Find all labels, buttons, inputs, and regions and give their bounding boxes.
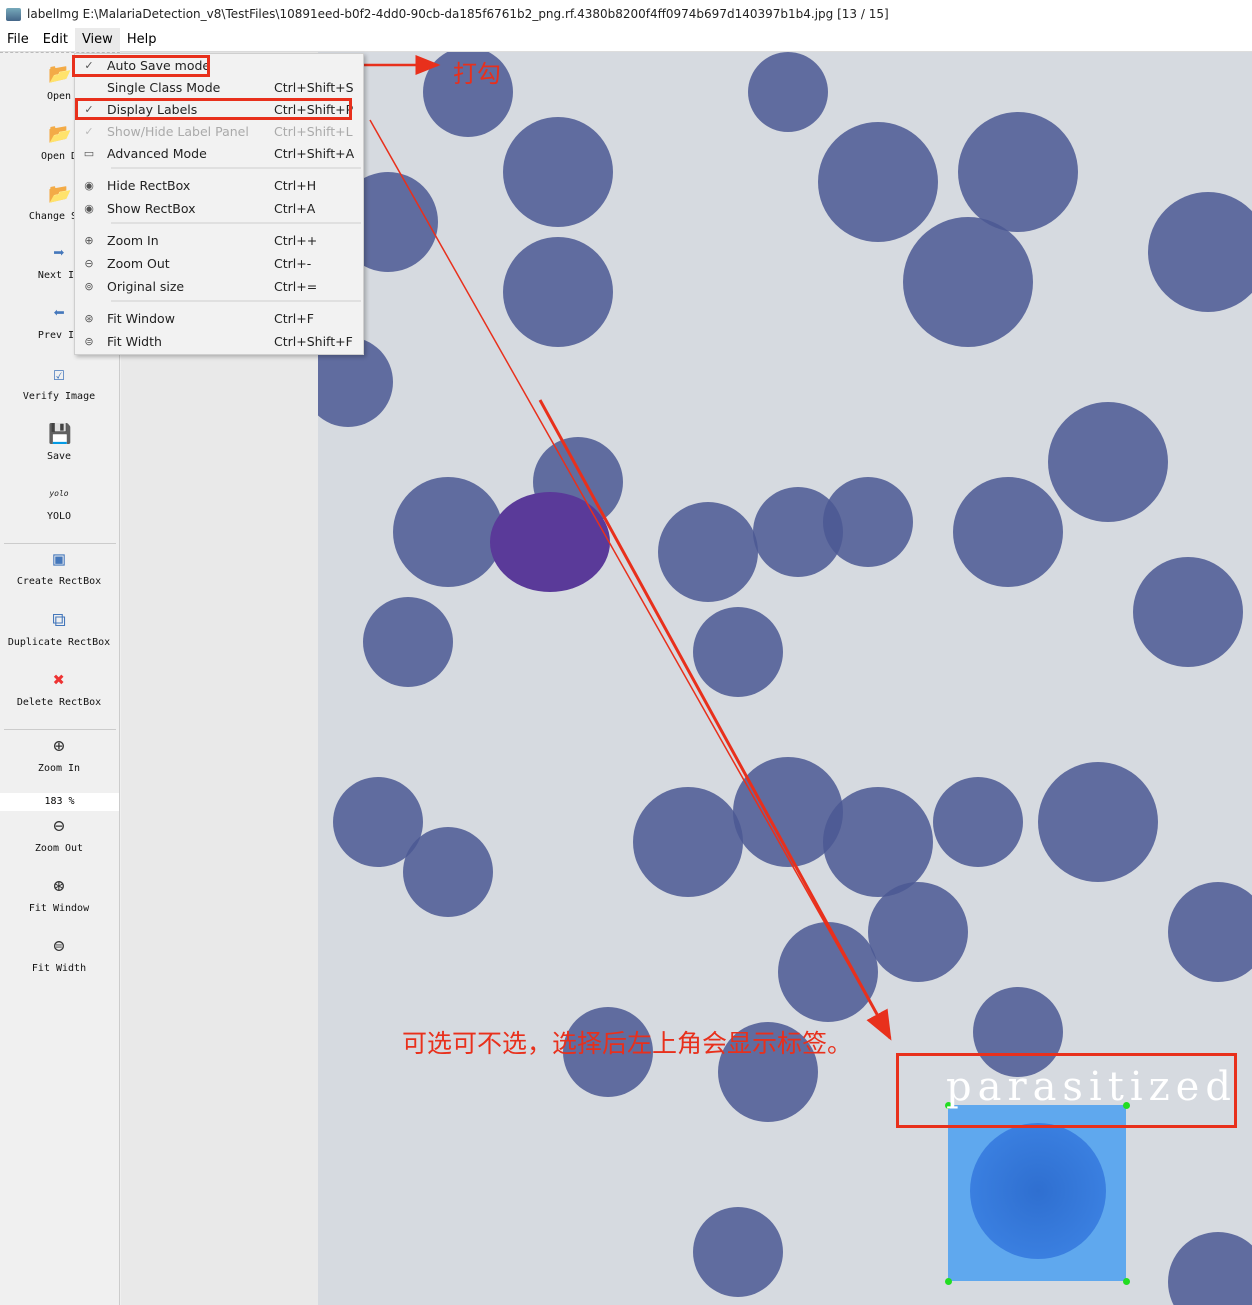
menu-item-label: Single Class Mode [107,80,221,95]
label-highlight-box [896,1053,1237,1128]
menu-item-label: Zoom Out [107,256,170,271]
bounding-box[interactable] [948,1105,1126,1281]
menu-separator [111,167,361,169]
fit-width-icon: ⊜ [84,335,94,348]
menu-item-shortcut: Ctrl+Shift+F [274,334,353,349]
menu-item-zoom-out[interactable]: ⊖ Zoom Out Ctrl+- [75,253,363,275]
menu-item-zoom-in[interactable]: ⊕ Zoom In Ctrl++ [75,230,363,252]
menu-item-fit-width[interactable]: ⊜ Fit Width Ctrl+Shift+F [75,331,363,353]
menu-item-shortcut: Ctrl+Shift+A [274,146,355,161]
menu-item-label: Zoom In [107,233,159,248]
menu-item-label: Fit Window [107,311,175,326]
check-icon: ✓ [84,125,94,138]
menu-item-shortcut: Ctrl++ [274,233,318,248]
original-size-icon: ⊚ [84,280,94,293]
menu-item-shortcut: Ctrl+Shift+S [274,80,354,95]
menu-separator [111,300,361,302]
fit-window-icon: ⊛ [84,312,94,325]
display-labels-highlight [75,98,352,120]
zoom-in-icon: ⊕ [84,234,94,247]
menu-item-original-size[interactable]: ⊚ Original size Ctrl+= [75,276,363,298]
menu-separator [111,222,361,224]
menu-item-label: Hide RectBox [107,178,191,193]
arrow-to-label [538,399,892,1041]
menu-item-advanced-mode[interactable]: ▭ Advanced Mode Ctrl+Shift+A [75,143,363,165]
check-note: 打勾 [453,60,501,88]
menu-item-shortcut: Ctrl+= [274,279,318,294]
advanced-mode-icon: ▭ [83,147,95,160]
zoom-out-icon: ⊖ [84,257,94,270]
menu-item-label: Fit Width [107,334,162,349]
menu-item-shortcut: Ctrl+- [274,256,312,271]
menu-item-shortcut: Ctrl+H [274,178,317,193]
eye-icon: ◉ [84,179,94,192]
menu-item-fit-window[interactable]: ⊛ Fit Window Ctrl+F [75,308,363,330]
thin-pointer-line [369,119,891,1039]
menu-item-shortcut: Ctrl+A [274,201,316,216]
menu-item-label: Advanced Mode [107,146,207,161]
bbox-cell [970,1123,1106,1259]
eye-icon: ◉ [84,202,94,215]
menu-item-shortcut: Ctrl+F [274,311,314,326]
menu-item-label: Original size [107,279,185,294]
bbox-handle[interactable] [1123,1278,1130,1285]
auto-save-highlight [72,55,210,77]
bbox-handle[interactable] [945,1278,952,1285]
menu-item-show-rectbox[interactable]: ◉ Show RectBox Ctrl+A [75,198,363,220]
menu-item-hide-rectbox[interactable]: ◉ Hide RectBox Ctrl+H [75,175,363,197]
menu-item-shortcut: Ctrl+Shift+L [274,124,353,139]
labels-note: 可选可不选，选择后左上角会显示标签。 [402,1029,853,1058]
menu-item-label: Show RectBox [107,201,196,216]
menu-item-label: Show/Hide Label Panel [107,124,249,139]
menu-item-single-class-mode[interactable]: Single Class Mode Ctrl+Shift+S [75,77,363,99]
menu-item-show-hide-label-panel[interactable]: ✓ Show/Hide Label Panel Ctrl+Shift+L [75,121,363,143]
